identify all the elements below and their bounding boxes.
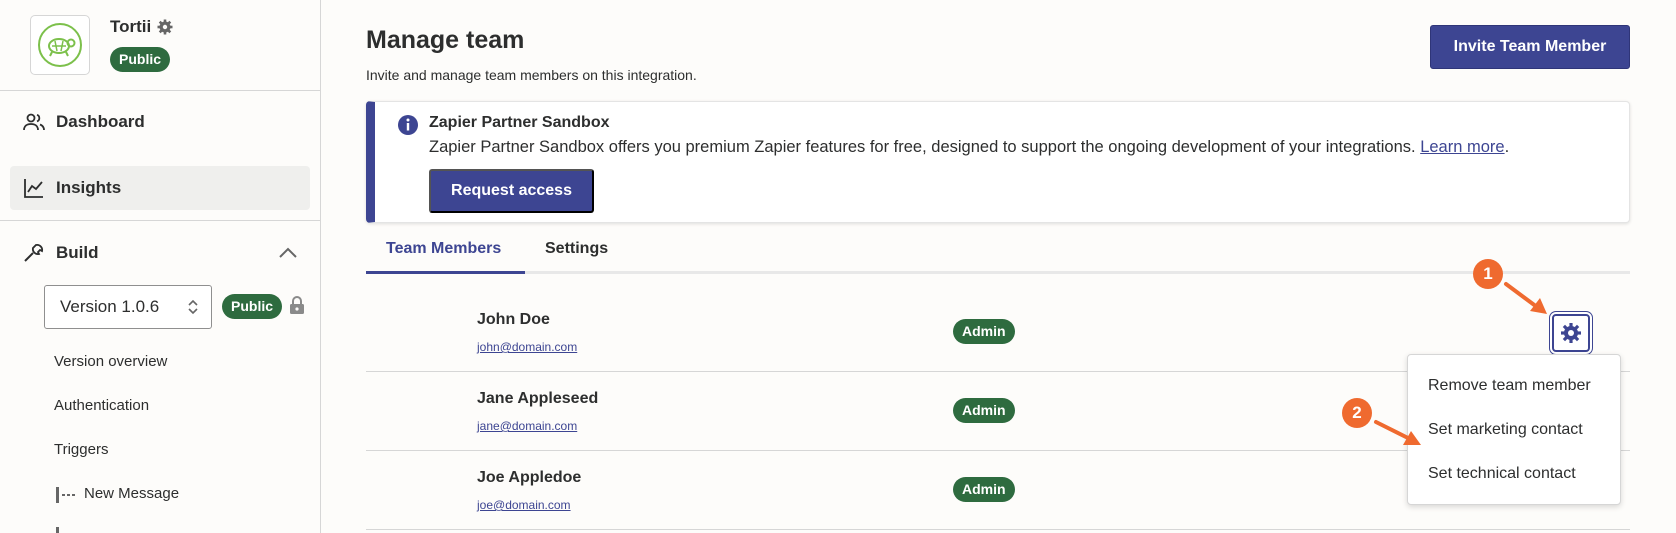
menu-item-remove-team-member[interactable]: Remove team member: [1428, 377, 1591, 395]
gear-icon[interactable]: [157, 19, 173, 35]
member-name: John Doe: [477, 311, 550, 328]
chevron-updown-icon: [188, 299, 198, 315]
wrench-icon: [22, 241, 46, 265]
app-logo: [30, 15, 90, 75]
learn-more-link[interactable]: Learn more: [1420, 138, 1504, 156]
sidebar-item-authentication[interactable]: Authentication: [54, 397, 149, 414]
member-email-link[interactable]: john@domain.com: [477, 340, 577, 354]
chevron-up-icon[interactable]: [278, 243, 298, 263]
sidebar-item-label: Build: [56, 243, 99, 262]
sandbox-alert: Zapier Partner Sandbox Zapier Partner Sa…: [366, 101, 1630, 223]
tab-settings[interactable]: Settings: [545, 240, 608, 258]
page-title: Manage team: [366, 26, 525, 54]
member-settings-button[interactable]: [1552, 314, 1590, 352]
sidebar-item-label: Insights: [56, 178, 122, 197]
role-badge: Admin: [953, 319, 1015, 344]
member-email-link[interactable]: jane@domain.com: [477, 419, 577, 433]
sidebar-item-new-message[interactable]: New Message: [84, 485, 179, 502]
sidebar-item-triggers[interactable]: Triggers: [54, 441, 108, 458]
annotation-step-1: 1: [1473, 259, 1503, 289]
alert-body: Zapier Partner Sandbox offers you premiu…: [429, 138, 1509, 157]
app-status-badge: Public: [110, 47, 171, 72]
member-name: Jane Appleseed: [477, 390, 599, 407]
divider: [0, 220, 320, 221]
app-header: Tortii Public: [0, 0, 320, 91]
sidebar: Tortii Public Dashboard Insights Build V…: [0, 0, 321, 533]
member-email-link[interactable]: joe@domain.com: [477, 498, 571, 512]
users-icon: [22, 110, 46, 134]
sidebar-item-dashboard[interactable]: Dashboard: [10, 100, 310, 144]
gear-icon: [1561, 323, 1581, 343]
alert-body-text: Zapier Partner Sandbox offers you premiu…: [429, 138, 1421, 156]
turtle-logo-icon: [38, 23, 82, 67]
annotation-arrow-icon: [1374, 420, 1421, 445]
role-badge: Admin: [953, 398, 1015, 423]
request-access-button[interactable]: Request access: [429, 169, 594, 213]
tree-connector: [56, 527, 59, 533]
annotation-step-2: 2: [1342, 398, 1372, 428]
lock-icon: [290, 296, 304, 314]
role-badge: Admin: [953, 477, 1015, 502]
sidebar-item-version-overview[interactable]: Version overview: [54, 353, 167, 370]
active-tab-indicator: [366, 271, 525, 274]
sidebar-item-build[interactable]: Build: [10, 231, 310, 275]
sidebar-item-label: Dashboard: [56, 112, 145, 131]
sidebar-item-insights[interactable]: Insights: [10, 166, 310, 210]
invite-team-member-button[interactable]: Invite Team Member: [1430, 25, 1630, 69]
member-name: Joe Appledoe: [477, 469, 582, 486]
annotation-arrow-icon: [1504, 282, 1547, 314]
page-subtitle: Invite and manage team members on this i…: [366, 67, 697, 83]
tab-team-members[interactable]: Team Members: [386, 240, 501, 258]
info-icon: [398, 115, 418, 135]
version-select[interactable]: Version 1.0.6: [44, 285, 212, 329]
tab-bar: Team Members Settings: [366, 230, 1630, 274]
alert-title: Zapier Partner Sandbox: [429, 114, 610, 131]
alert-body-period: .: [1504, 138, 1510, 156]
line-chart-icon: [22, 176, 46, 200]
menu-item-set-marketing-contact[interactable]: Set marketing contact: [1428, 421, 1583, 439]
version-select-value: Version 1.0.6: [60, 297, 160, 316]
member-actions-menu: Remove team member Set marketing contact…: [1407, 354, 1621, 505]
app-name-label: Tortii: [110, 17, 152, 36]
menu-item-set-technical-contact[interactable]: Set technical contact: [1428, 465, 1576, 483]
version-status-badge: Public: [222, 294, 283, 319]
app-name: Tortii: [110, 17, 173, 37]
tree-connector-icon: [56, 487, 75, 503]
